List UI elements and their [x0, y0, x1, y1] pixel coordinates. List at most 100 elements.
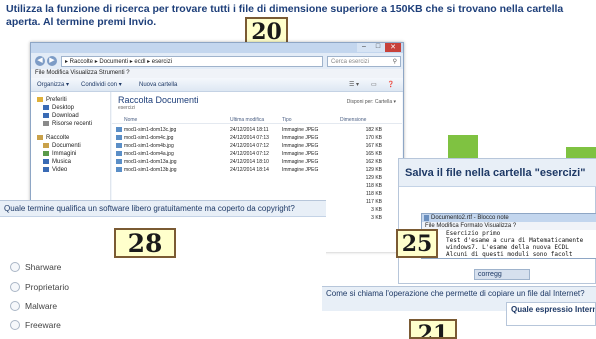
folder-icon: [43, 150, 49, 156]
question-20-text: Utilizza la funzione di ricerca per trov…: [6, 3, 564, 28]
file-date: 24/12/2014 07:13: [230, 134, 269, 142]
radio-button[interactable]: [10, 320, 20, 330]
folder-icon: [37, 96, 43, 102]
file-size-text: 3 KB: [371, 207, 382, 213]
view-icon[interactable]: ☰ ▾: [349, 78, 359, 92]
help-icon[interactable]: ❓: [387, 78, 394, 92]
column-date[interactable]: Ultima modifica: [230, 116, 264, 124]
notepad-menubar[interactable]: File Modifica Formato Visualizza ?: [422, 222, 596, 230]
column-size[interactable]: Dimensione: [340, 116, 366, 124]
image-file-icon: [116, 167, 122, 173]
side-question-text: Quale espressio Internet?: [506, 302, 596, 326]
radio-button[interactable]: [10, 262, 20, 272]
menubar-items[interactable]: File Modifica Visualizza Strumenti ?: [31, 70, 130, 76]
answer-option-proprietario[interactable]: Proprietario: [10, 282, 69, 292]
question-25-text: Salva il file nella cartella "esercizi": [399, 159, 596, 187]
notepad-line: Test d'esame a cura di Matematicamente: [446, 237, 584, 244]
nav-item-label: Desktop: [52, 105, 75, 111]
file-type: Immagine JPEG: [282, 158, 318, 166]
file-size-text: 118 KB: [365, 191, 382, 197]
answer-option-sharware[interactable]: Sharware: [10, 262, 61, 272]
file-row[interactable]: 118 KB: [112, 182, 402, 190]
file-row[interactable]: mod1-sim1-dom4c.jpg 24/12/2014 07:13 Immag…: [112, 134, 402, 142]
file-date-text: 24/12/2014 18:10: [230, 159, 269, 165]
question-28-text: Quale termine qualifica un software libe…: [0, 201, 326, 217]
folder-icon: [37, 134, 43, 140]
column-name[interactable]: Nome: [124, 116, 137, 124]
radio-button[interactable]: [10, 282, 20, 292]
file-type-text: Immagine JPEG: [282, 159, 319, 165]
file-name: mod1-sim1-dom4a.jpg: [116, 150, 174, 158]
nav-item[interactable]: Immagini: [43, 150, 76, 158]
file-row[interactable]: 129 KB: [112, 174, 402, 182]
nav-item-label: Musica: [52, 159, 72, 165]
file-size: 129 KB: [366, 174, 382, 182]
notepad-title: Documento2.rtf - Blocco note: [431, 215, 509, 221]
nav-item-label: Raccolte: [46, 135, 70, 141]
nav-item[interactable]: Video: [43, 166, 67, 174]
file-size-text: 170 KB: [365, 135, 382, 141]
close-icon[interactable]: ✕: [385, 43, 401, 52]
nav-item-label: Immagini: [52, 151, 77, 157]
explorer-address-bar: ◀ ▶ ▸ Raccolte ▸ Documenti ▸ ecdl ▸ eser…: [31, 53, 403, 69]
file-name: mod1-sim1-dom13b.jpg: [116, 166, 177, 174]
nav-item[interactable]: Musica: [43, 158, 71, 166]
nav-item[interactable]: Raccolte: [37, 134, 69, 142]
column-type[interactable]: Tipo: [282, 116, 292, 124]
nav-item[interactable]: Risorse recenti: [43, 120, 92, 128]
nav-item-label: Documenti: [52, 143, 81, 149]
folder-icon: [43, 158, 49, 164]
forward-icon[interactable]: ▶: [47, 56, 57, 66]
minimize-icon[interactable]: –: [357, 43, 371, 52]
radio-button[interactable]: [10, 301, 20, 311]
nav-item[interactable]: Documenti: [43, 142, 81, 150]
file-row[interactable]: mod1-sim1-dom4a.jpg 24/12/2014 07:12 Immag…: [112, 150, 402, 158]
correct-button[interactable]: corregg: [474, 269, 530, 280]
arrange-by-dropdown[interactable]: Disponi per: Cartella ▾: [347, 99, 396, 105]
file-type-text: Immagine JPEG: [282, 151, 319, 157]
library-title: Raccolta Documenti: [118, 95, 199, 105]
nav-item[interactable]: Preferiti: [37, 96, 67, 104]
maximize-icon[interactable]: □: [371, 43, 385, 52]
question-25-number: 25: [396, 229, 438, 258]
file-row[interactable]: mod1-sim1-dom13b.jpg 24/12/2014 18:14 Imma…: [112, 166, 402, 174]
answer-option-malware[interactable]: Malware: [10, 301, 57, 311]
notepad-line: Alcuni di questi moduli sono facolt: [446, 251, 573, 258]
explorer-menubar[interactable]: File Modifica Visualizza Strumenti ?: [31, 69, 403, 78]
file-type: Immagine JPEG: [282, 150, 318, 158]
file-type-text: Immagine JPEG: [282, 143, 319, 149]
file-size: 162 KB: [366, 158, 382, 166]
file-size: 3 KB: [371, 214, 382, 222]
nav-item[interactable]: Download: [43, 112, 79, 120]
nav-item-label: Download: [52, 113, 79, 119]
nav-item-label: Video: [52, 167, 68, 173]
file-row[interactable]: mod1-sim1-dom4b.jpg 24/12/2014 07:12 Immag…: [112, 142, 402, 150]
nav-item[interactable]: Desktop: [43, 104, 74, 112]
address-field[interactable]: ▸ Raccolte ▸ Documenti ▸ ecdl ▸ esercizi: [61, 56, 323, 67]
organize-button[interactable]: Organizza ▾: [37, 78, 69, 92]
file-row[interactable]: mod1-sim1-dom13c.jpg 24/12/2014 18:11 Imma…: [112, 126, 402, 134]
option-label: Freeware: [25, 320, 61, 330]
file-name-text: mod1-sim1-dom13a.jpg: [124, 159, 177, 165]
new-folder-button[interactable]: Nuova cartella: [139, 78, 177, 92]
file-row[interactable]: mod1-sim1-dom13a.jpg 24/12/2014 18:10 Imma…: [112, 158, 402, 166]
folder-icon: [43, 120, 49, 126]
file-row[interactable]: 118 KB: [112, 190, 402, 198]
file-name-text: mod1-sim1-dom4b.jpg: [124, 143, 174, 149]
file-date-text: 24/12/2014 18:11: [230, 127, 269, 133]
back-icon[interactable]: ◀: [35, 56, 45, 66]
file-date-text: 24/12/2014 07:13: [230, 135, 269, 141]
file-date: 24/12/2014 07:12: [230, 150, 269, 158]
search-input[interactable]: Cerca esercizi ⚲: [327, 56, 401, 67]
file-size-text: 162 KB: [365, 159, 382, 165]
answer-option-freeware[interactable]: Freeware: [10, 320, 61, 330]
image-file-icon: [116, 127, 122, 133]
preview-pane-icon[interactable]: ▭: [371, 78, 377, 92]
file-size: 129 KB: [366, 166, 382, 174]
notepad-line: windows7. L'esame della nuova ECDL: [446, 244, 569, 251]
file-size: 118 KB: [366, 182, 382, 190]
file-type: Immagine JPEG: [282, 166, 318, 174]
notepad-text[interactable]: Esercizio primo Test d'esame a cura di M…: [422, 230, 596, 258]
file-name-text: mod1-sim1-dom4a.jpg: [124, 151, 174, 157]
share-button[interactable]: Condividi con ▾: [81, 78, 122, 92]
